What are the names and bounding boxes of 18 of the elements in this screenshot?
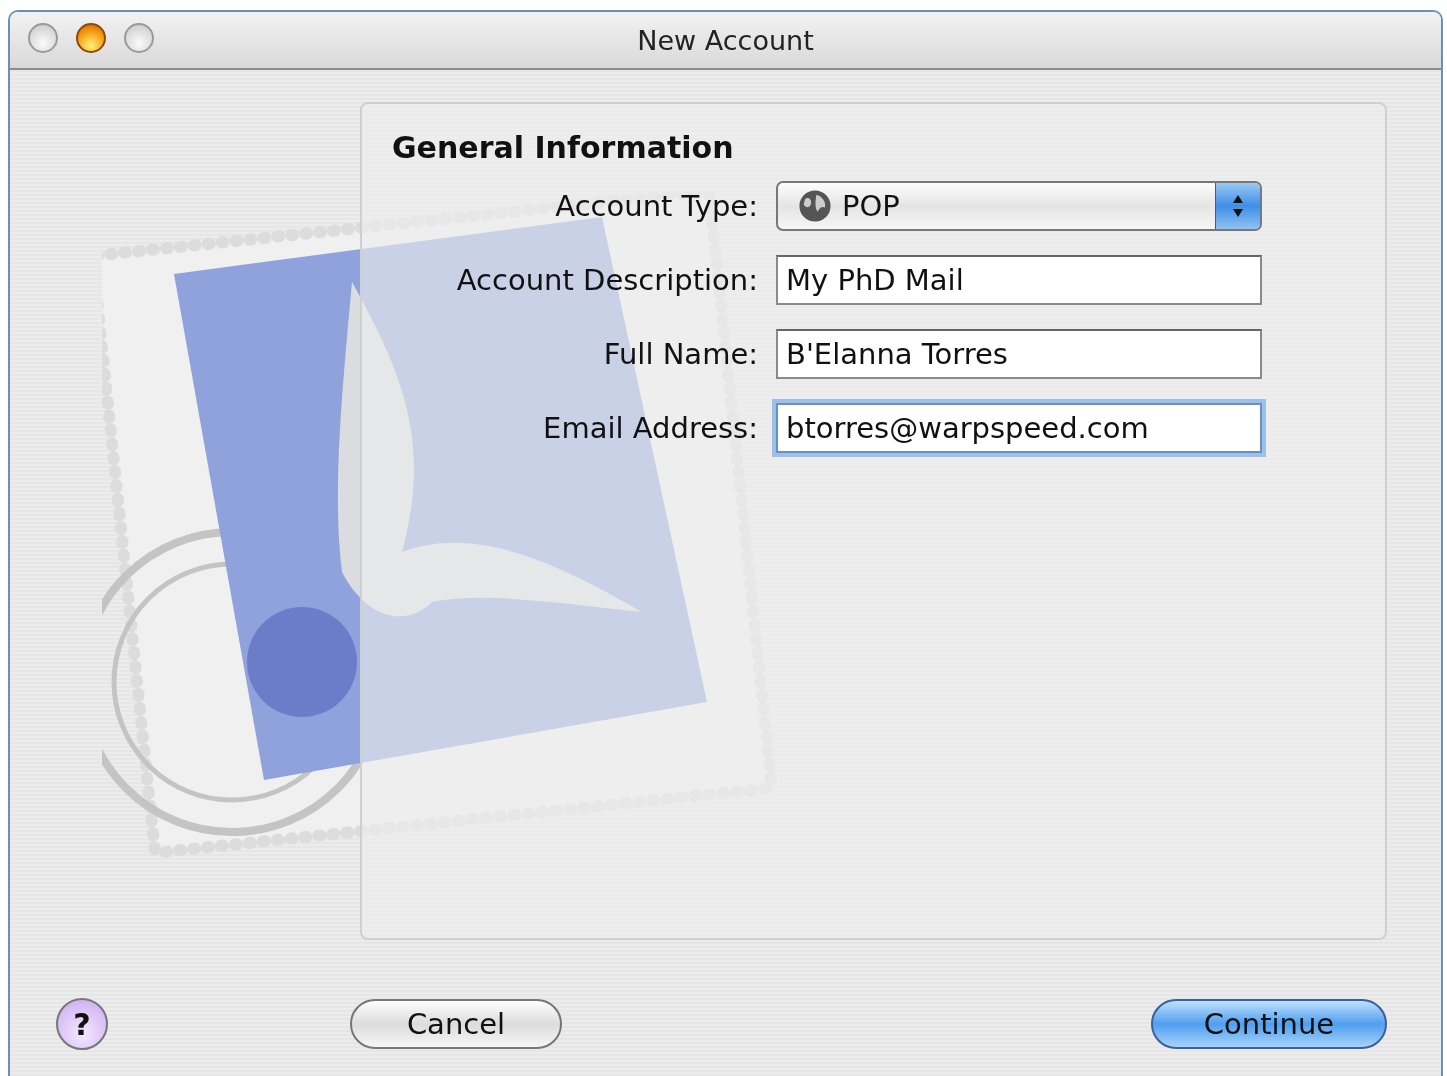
window-title: New Account <box>637 24 814 56</box>
stepper-arrows-icon <box>1215 183 1260 229</box>
field-label: Account Type: <box>554 189 758 223</box>
close-button[interactable] <box>28 23 58 53</box>
account-type-dropdown[interactable]: POP <box>776 181 1262 231</box>
field-label: Account Description: <box>455 263 758 297</box>
help-button[interactable]: ? <box>56 998 108 1050</box>
cancel-button[interactable]: Cancel <box>350 999 562 1049</box>
minimize-button[interactable] <box>76 23 106 53</box>
field-label: Email Address: <box>542 411 758 445</box>
zoom-button[interactable] <box>124 23 154 53</box>
text-field[interactable]: My PhD Mail <box>776 255 1262 305</box>
field-label: Full Name: <box>602 337 758 371</box>
continue-button[interactable]: Continue <box>1151 999 1387 1049</box>
section-heading: General Information <box>392 130 734 165</box>
text-field[interactable]: btorres@warpspeed.com <box>776 403 1262 453</box>
globe-icon <box>798 189 832 223</box>
text-field[interactable]: B'Elanna Torres <box>776 329 1262 379</box>
